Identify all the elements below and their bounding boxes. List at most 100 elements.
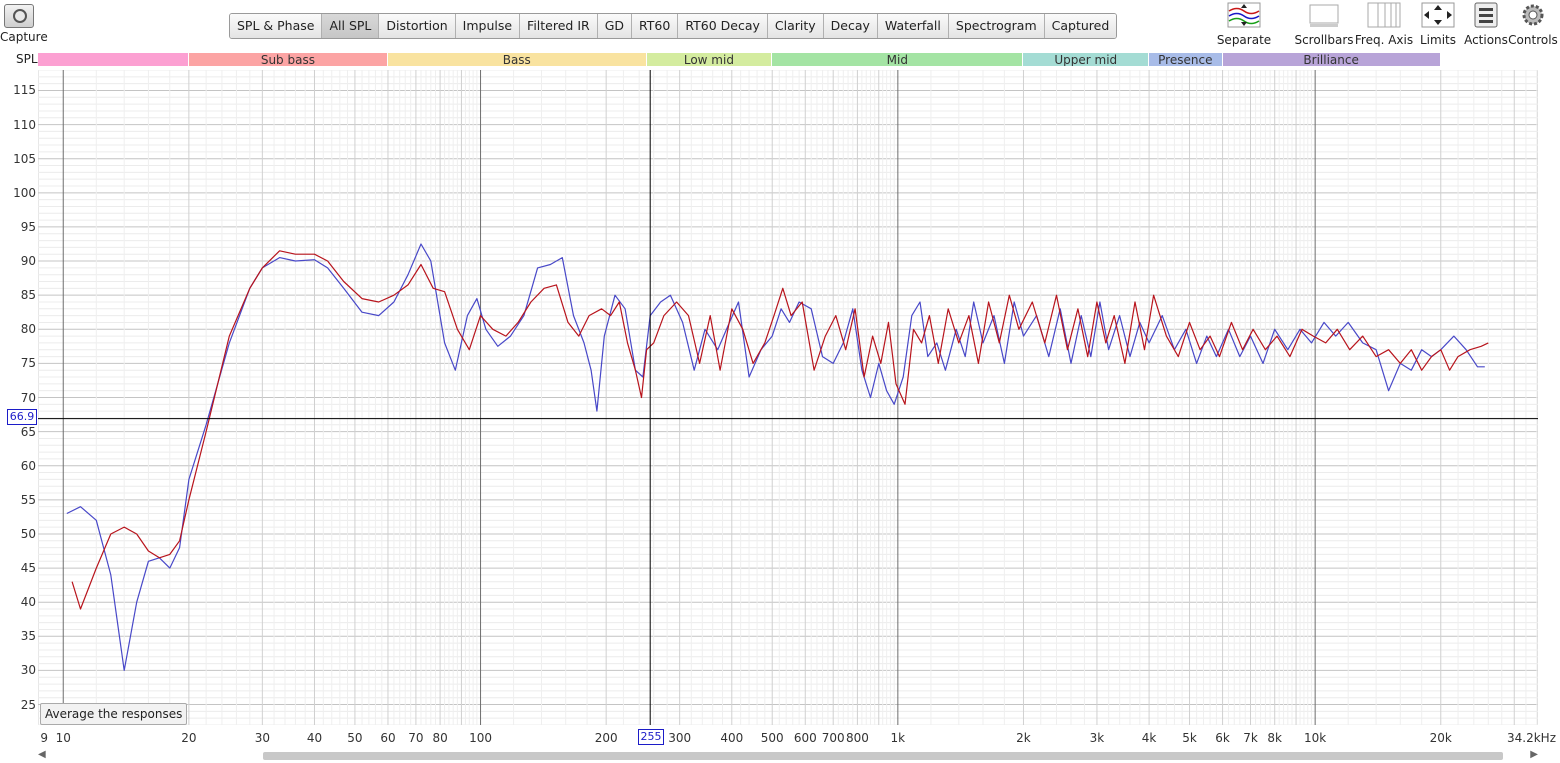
band-infrasonic — [38, 53, 189, 66]
x-tick-label: 800 — [845, 731, 869, 745]
x-tick-label: 30 — [254, 731, 270, 745]
y-tick-label: 90 — [20, 254, 36, 269]
tab-gd[interactable]: GD — [597, 14, 633, 38]
tab-distortion[interactable]: Distortion — [379, 14, 456, 38]
separate-label: Separate — [1216, 33, 1272, 47]
y-tick-label: 75 — [20, 356, 36, 371]
y-tick-label: 35 — [20, 629, 36, 644]
x-tick-label: 34.2kHz — [1507, 731, 1556, 745]
x-tick-label: 70 — [408, 731, 424, 745]
y-tick-label: 115 — [13, 83, 36, 98]
cursor-y-readout: 66.9 — [7, 409, 37, 425]
tab-decay[interactable]: Decay — [823, 14, 878, 38]
camera-icon — [4, 4, 34, 28]
y-tick-label: 85 — [20, 288, 36, 303]
x-tick-label: 2k — [1016, 731, 1031, 745]
tab-waterfall[interactable]: Waterfall — [877, 14, 949, 38]
x-tick-label: 4k — [1141, 731, 1157, 745]
horizontal-scrollbar[interactable]: ◀ ▶ — [38, 749, 1538, 761]
x-tick-label: 300 — [668, 731, 692, 745]
controls-label: Controls — [1508, 33, 1558, 47]
scroll-thumb[interactable] — [263, 752, 1503, 760]
y-tick-label: 65 — [20, 424, 36, 439]
limits-icon — [1421, 2, 1455, 28]
y-tick-label: 30 — [20, 663, 36, 678]
x-tick-label: 1k — [890, 731, 906, 745]
band-upper-mid: Upper mid — [1023, 53, 1150, 66]
x-tick-label: 200 — [594, 731, 618, 745]
x-tick-label: 7k — [1243, 731, 1258, 745]
actions-icon — [1469, 2, 1503, 28]
y-tick-label: 80 — [20, 322, 36, 337]
tab-rt60-decay[interactable]: RT60 Decay — [678, 14, 768, 38]
y-tick-label: 110 — [13, 117, 36, 132]
graph-tabs: SPL & Phase All SPL Distortion Impulse Filte… — [229, 13, 1118, 39]
capture-tool[interactable]: Capture — [0, 0, 48, 48]
band-brilliance: Brilliance — [1222, 53, 1441, 66]
x-tick-label: 100 — [469, 731, 492, 745]
y-tick-label: 100 — [13, 185, 36, 200]
x-tick-label: 40 — [306, 731, 323, 745]
x-tick-label: 20k — [1429, 731, 1452, 745]
band-sub-bass: Sub bass — [188, 53, 388, 66]
y-tick-label: 60 — [20, 458, 36, 473]
x-tick-label: 400 — [720, 731, 744, 745]
x-tick-label: 600 — [793, 731, 817, 745]
x-tick-label: 80 — [432, 731, 448, 745]
y-tick-label: 55 — [20, 492, 36, 507]
scroll-right-icon[interactable]: ▶ — [1530, 749, 1538, 760]
scroll-left-icon[interactable]: ◀ — [38, 749, 46, 760]
x-tick-label: 50 — [347, 731, 363, 745]
x-tick-label: 3k — [1089, 731, 1105, 745]
x-tick-label: 5k — [1182, 731, 1197, 745]
cursor-x-readout: 255 — [638, 729, 664, 745]
y-tick-label: 45 — [20, 561, 36, 576]
band-mid: Mid — [772, 53, 1024, 66]
scrollbars-label: Scrollbars — [1294, 33, 1354, 47]
tab-all-spl[interactable]: All SPL — [322, 14, 380, 38]
x-tick-label: 20 — [181, 731, 197, 745]
x-tick-label: 9 — [40, 731, 48, 745]
tab-spectrogram[interactable]: Spectrogram — [948, 14, 1045, 38]
actions-tool[interactable]: Actions — [1460, 0, 1512, 47]
freq-axis-icon — [1367, 2, 1401, 28]
separate-icon — [1227, 2, 1261, 28]
x-tick-label: 10k — [1304, 731, 1327, 745]
spl-plot[interactable] — [38, 70, 1538, 725]
separate-tool[interactable]: Separate — [1214, 0, 1274, 47]
axis-title-spl: SPL — [16, 52, 38, 66]
tab-spl-phase[interactable]: SPL & Phase — [230, 14, 323, 38]
limits-tool[interactable]: Limits — [1412, 0, 1464, 47]
x-tick-label: 60 — [380, 731, 396, 745]
gear-icon — [1516, 2, 1550, 28]
x-tick-label: 10 — [55, 731, 71, 745]
capture-label: Capture — [0, 30, 48, 44]
tab-rt60[interactable]: RT60 — [632, 14, 679, 38]
controls-tool[interactable]: Controls — [1508, 0, 1558, 47]
band-presence: Presence — [1149, 53, 1223, 66]
x-tick-label: 700 — [821, 731, 845, 745]
x-tick-label: 500 — [760, 731, 784, 745]
tab-clarity[interactable]: Clarity — [767, 14, 824, 38]
y-tick-label: 70 — [20, 390, 36, 405]
y-tick-label: 25 — [20, 697, 36, 712]
freq-axis-tool[interactable]: Freq. Axis — [1354, 0, 1414, 47]
tab-impulse[interactable]: Impulse — [455, 14, 521, 38]
scrollbars-icon — [1307, 2, 1341, 28]
x-tick-label: 8k — [1267, 731, 1282, 745]
y-tick-label: 50 — [20, 526, 36, 541]
y-tick-label: 105 — [13, 151, 36, 166]
frequency-band-bar: Sub bass Bass Low mid Mid Upper mid Presence B… — [38, 53, 1441, 67]
tab-filtered-ir[interactable]: Filtered IR — [520, 14, 598, 38]
freq-axis-label: Freq. Axis — [1354, 33, 1414, 47]
band-bass: Bass — [387, 53, 647, 66]
y-tick-label: 40 — [20, 595, 36, 610]
limits-label: Limits — [1420, 33, 1456, 47]
average-responses-button[interactable]: Average the responses — [40, 703, 188, 725]
x-tick-label: 6k — [1215, 731, 1230, 745]
y-tick-label: 95 — [20, 219, 36, 234]
band-low-mid: Low mid — [646, 53, 773, 66]
tab-captured[interactable]: Captured — [1044, 14, 1117, 38]
actions-label: Actions — [1464, 33, 1508, 47]
scrollbars-tool[interactable]: Scrollbars — [1294, 0, 1354, 47]
